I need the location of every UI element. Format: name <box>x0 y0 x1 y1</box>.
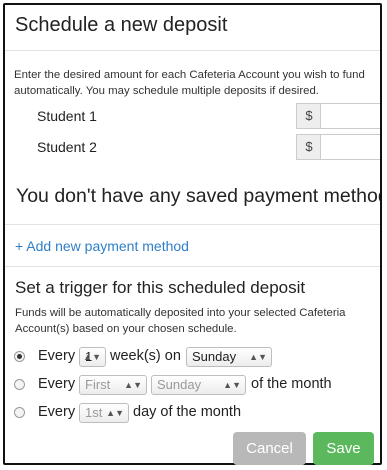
month-weekday-select[interactable]: Sunday ▲▼ <box>151 375 246 395</box>
ordinal-select[interactable]: First ▲▼ <box>79 375 147 395</box>
select-arrows-icon: ▲▼ <box>83 352 101 362</box>
day-of-month-label: day of the month <box>133 404 242 420</box>
trigger-title: Set a trigger for this scheduled deposit <box>15 278 306 297</box>
of-the-month-label: of the month <box>251 376 332 392</box>
student-row: Student 2 $ <box>5 134 380 160</box>
deposit-modal: Schedule a new deposit Enter the desired… <box>3 3 382 465</box>
day-of-month-value: 1st <box>85 405 103 420</box>
select-arrows-icon: ▲▼ <box>106 408 124 418</box>
student-label: Student 2 <box>37 139 97 155</box>
weeks-on-label: week(s) on <box>110 348 181 364</box>
trigger-description: Funds will be automatically deposited in… <box>15 307 346 335</box>
select-arrows-icon: ▲▼ <box>124 380 142 390</box>
monthly-date-option-row: Every 1st ▲▼ day of the month <box>5 402 380 424</box>
weekly-radio[interactable] <box>14 351 25 362</box>
modal-title: Schedule a new deposit <box>15 14 228 36</box>
every-label: Every <box>38 348 76 364</box>
day-of-month-select[interactable]: 1st ▲▼ <box>79 403 129 423</box>
divider <box>5 224 380 225</box>
ordinal-value: First <box>85 377 111 392</box>
every-label: Every <box>38 376 76 392</box>
select-arrows-icon: ▲▼ <box>249 352 267 362</box>
monthly-date-radio[interactable] <box>14 407 25 418</box>
currency-addon: $ <box>296 103 321 129</box>
weekly-option-row: Every 1 ▲▼ week(s) on Sunday ▲▼ <box>5 346 380 368</box>
month-weekday-value: Sunday <box>157 377 202 392</box>
add-payment-method-link[interactable]: + Add new payment method <box>15 238 189 254</box>
student-1-amount-input[interactable] <box>320 103 380 129</box>
save-button[interactable]: Save <box>313 432 374 465</box>
weekday-select[interactable]: Sunday ▲▼ <box>186 347 272 367</box>
cancel-button[interactable]: Cancel <box>233 432 306 465</box>
currency-addon: $ <box>296 134 321 160</box>
student-row: Student 1 $ <box>5 103 380 129</box>
no-payment-methods-message: You don't have any saved payment methods… <box>16 185 382 207</box>
student-label: Student 1 <box>37 108 97 124</box>
student-2-amount-input[interactable] <box>320 134 380 160</box>
every-label: Every <box>38 404 76 420</box>
modal-header: Schedule a new deposit <box>5 5 380 51</box>
intro-text: Enter the desired amount for each Cafete… <box>14 69 365 97</box>
monthly-weekday-option-row: Every First ▲▼ Sunday ▲▼ of the month <box>5 374 380 396</box>
select-arrows-icon: ▲▼ <box>223 380 241 390</box>
weekday-value: Sunday <box>192 349 237 364</box>
monthly-weekday-radio[interactable] <box>14 379 25 390</box>
week-count-select[interactable]: 1 ▲▼ <box>79 347 106 367</box>
divider <box>5 266 380 267</box>
